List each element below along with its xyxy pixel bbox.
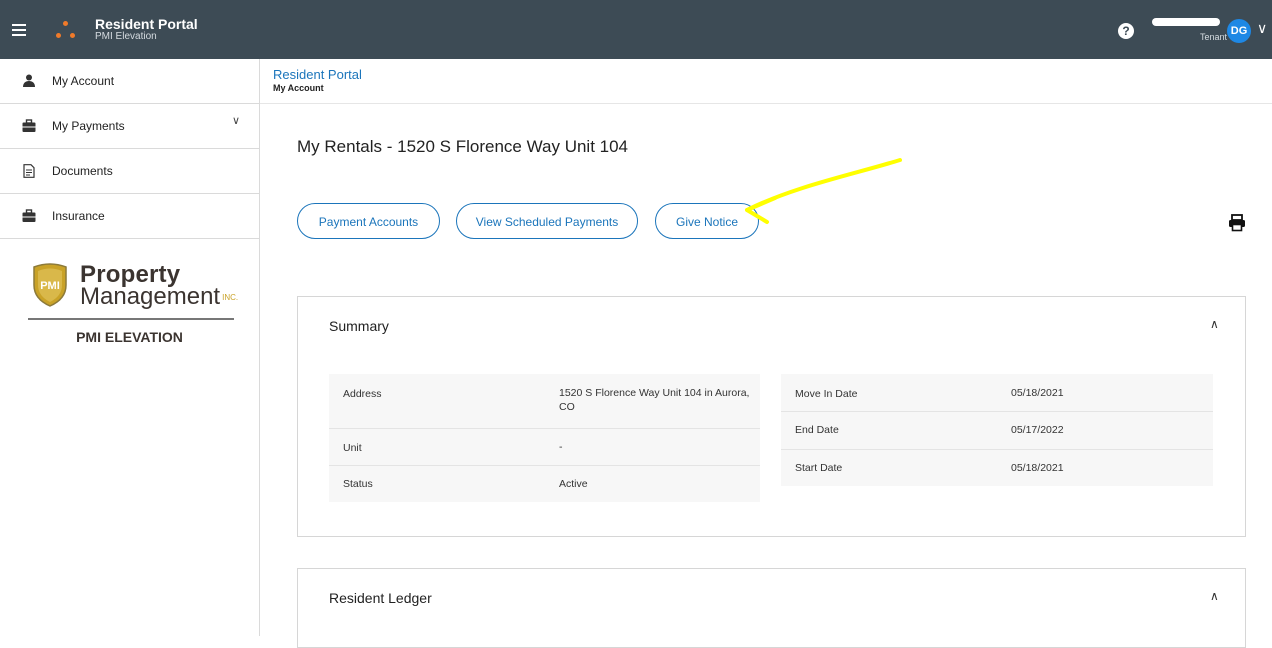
company-name: PMI ELEVATION (76, 329, 183, 345)
row-value: 05/18/2021 (1011, 462, 1064, 474)
header-divider (260, 103, 1272, 104)
brand-line2-text: Management (80, 283, 221, 310)
brand-line2: Management INC. (80, 283, 238, 311)
summary-row: Move In Date 05/18/2021 (781, 374, 1213, 412)
summary-right-list: Move In Date 05/18/2021 End Date 05/17/2… (781, 374, 1213, 486)
row-value: 05/17/2022 (1011, 424, 1064, 436)
summary-row: End Date 05/17/2022 (781, 412, 1213, 450)
brand-inc: INC. (222, 293, 239, 303)
chevron-down-icon[interactable]: ∨ (1257, 20, 1267, 37)
brand-divider (28, 318, 234, 320)
app-title: Resident Portal (95, 16, 198, 32)
sidebar-item-my-payments[interactable]: My Payments ∨ (0, 104, 259, 149)
row-label: Status (343, 478, 373, 490)
sidebar-item-insurance[interactable]: Insurance (0, 194, 259, 239)
sidebar-item-label: My Payments (52, 119, 125, 133)
company-logo: PMI Property Management INC. PMI ELEVATIO… (0, 259, 259, 359)
sidebar: My Account My Payments ∨ Documents Insur… (0, 59, 260, 636)
sidebar-item-label: Documents (52, 164, 113, 178)
user-icon (23, 74, 35, 87)
ledger-title: Resident Ledger (329, 590, 432, 606)
portal-logo-icon (54, 20, 78, 44)
summary-card: Summary ∧ Address 1520 S Florence Way Un… (297, 296, 1246, 537)
user-role: Tenant (1200, 32, 1228, 42)
summary-row: Start Date 05/18/2021 (781, 450, 1213, 486)
summary-row: Address 1520 S Florence Way Unit 104 in … (329, 374, 760, 429)
breadcrumb-link[interactable]: Resident Portal (273, 67, 362, 82)
payment-accounts-button[interactable]: Payment Accounts (297, 203, 440, 239)
resident-ledger-card: Resident Ledger ∧ (297, 568, 1246, 648)
breadcrumb: Resident Portal My Account (273, 67, 362, 93)
document-icon (23, 164, 35, 178)
top-bar: Resident Portal PMI Elevation ? Tenant D… (0, 0, 1272, 59)
help-icon[interactable]: ? (1118, 23, 1134, 39)
summary-row: Status Active (329, 466, 760, 502)
row-value: 05/18/2021 (1011, 387, 1064, 399)
chevron-up-icon[interactable]: ∧ (1210, 589, 1219, 603)
breadcrumb-current: My Account (273, 83, 324, 93)
app-subtitle: PMI Elevation (95, 31, 157, 42)
user-name-redacted (1152, 18, 1220, 26)
briefcase-icon (22, 209, 36, 222)
shield-logo-icon: PMI (33, 263, 67, 307)
row-value: Active (559, 478, 588, 490)
row-value: 1520 S Florence Way Unit 104 in Aurora, … (559, 387, 750, 413)
summary-title: Summary (329, 318, 389, 334)
row-label: Start Date (795, 462, 843, 474)
row-value: - (559, 441, 563, 453)
menu-icon[interactable] (12, 24, 26, 36)
row-label: Address (343, 388, 382, 400)
row-label: Move In Date (795, 388, 858, 400)
sidebar-item-label: My Account (52, 74, 115, 88)
sidebar-item-label: Insurance (52, 209, 105, 223)
page-title: My Rentals - 1520 S Florence Way Unit 10… (297, 137, 629, 156)
view-scheduled-payments-button[interactable]: View Scheduled Payments (456, 203, 638, 239)
row-label: Unit (343, 442, 362, 454)
chevron-up-icon[interactable]: ∧ (1210, 317, 1219, 331)
chevron-down-icon[interactable]: ∨ (232, 114, 240, 127)
row-label: End Date (795, 424, 839, 436)
sidebar-item-my-account[interactable]: My Account (0, 59, 259, 104)
summary-row: Unit - (329, 429, 760, 466)
avatar[interactable]: DG (1227, 19, 1251, 43)
printer-icon[interactable] (1228, 214, 1246, 232)
summary-left-list: Address 1520 S Florence Way Unit 104 in … (329, 374, 760, 502)
shield-text: PMI (40, 280, 60, 292)
annotation-arrow (745, 158, 902, 224)
briefcase-icon (22, 119, 36, 132)
sidebar-item-documents[interactable]: Documents (0, 149, 259, 194)
